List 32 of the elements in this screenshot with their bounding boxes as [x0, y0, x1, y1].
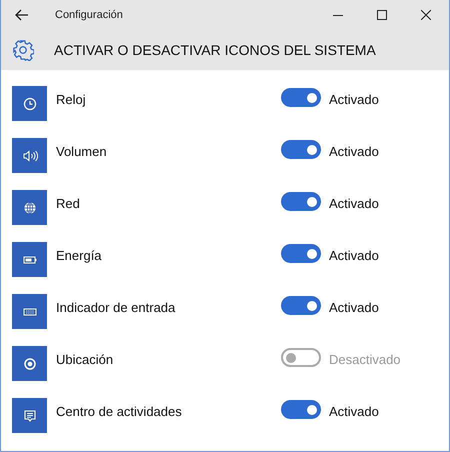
toggle-state-label: Activado [329, 91, 379, 109]
setting-label: Volumen [56, 143, 108, 161]
window-title: Configuración [55, 8, 123, 23]
toggle-state-label: Activado [329, 299, 379, 317]
setting-label: Centro de actividades [56, 403, 183, 421]
target-icon [22, 356, 38, 372]
back-icon[interactable] [15, 9, 29, 21]
toggle-switch[interactable] [281, 348, 321, 367]
toggle-switch[interactable] [281, 140, 321, 159]
toggle-switch[interactable] [281, 192, 321, 211]
setting-label: Ubicación [56, 351, 114, 369]
setting-label: Energía [56, 247, 103, 265]
globe-icon [22, 200, 38, 216]
toggle-state-label: Activado [329, 403, 379, 421]
setting-label: Reloj [56, 91, 87, 109]
toggle-state-label: Activado [329, 247, 379, 265]
toggle-state-label: Activado [329, 195, 379, 213]
setting-label: Red [56, 195, 81, 213]
speaker-icon [22, 148, 38, 164]
message-icon [22, 408, 38, 424]
toggle-switch[interactable] [281, 244, 321, 263]
settings-icon [12, 39, 34, 61]
toggle-state-label: Desactivado [329, 351, 401, 369]
setting-label: Indicador de entrada [56, 299, 176, 317]
toggle-switch[interactable] [281, 296, 321, 315]
toggle-state-label: Activado [329, 143, 379, 161]
maximize-icon[interactable] [377, 10, 387, 20]
toggle-switch[interactable] [281, 88, 321, 107]
clock-icon [22, 96, 38, 112]
close-icon[interactable] [421, 10, 431, 20]
page-heading: ACTIVAR O DESACTIVAR ICONOS DEL SISTEMA [54, 40, 376, 60]
toggle-switch[interactable] [281, 400, 321, 419]
